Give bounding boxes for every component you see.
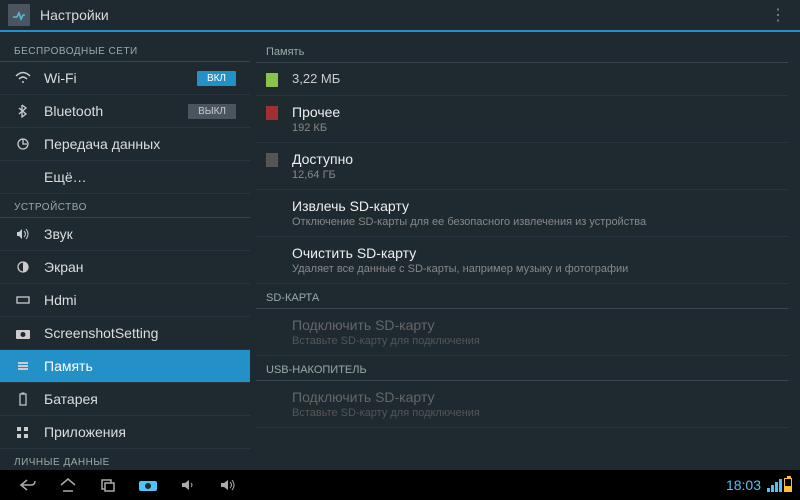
storage-row[interactable]: Доступно 12,64 ГБ: [256, 143, 788, 190]
camera-icon: [14, 326, 32, 340]
sidebar-section-header: БЕСПРОВОДНЫЕ СЕТИ: [0, 38, 250, 62]
sound-icon: [14, 227, 32, 241]
sidebar-section-header: ЛИЧНЫЕ ДАННЫЕ: [0, 449, 250, 470]
status-icons: [767, 478, 792, 492]
row-subtitle: Отключение SD-карты для ее безопасного и…: [292, 216, 778, 228]
sidebar-section-header: УСТРОЙСТВО: [0, 194, 250, 218]
row-title: Прочее: [292, 104, 778, 120]
sidebar-item[interactable]: BluetoothВЫКЛ: [0, 95, 250, 128]
home-button[interactable]: [48, 473, 88, 497]
back-button[interactable]: [8, 473, 48, 497]
main-section-header: USB-НАКОПИТЕЛЬ: [256, 356, 788, 381]
screenshot-button[interactable]: [128, 473, 168, 497]
sidebar-item-label: Ещё…: [44, 169, 236, 185]
sidebar-item[interactable]: Hdmi: [0, 284, 250, 317]
storage-row: Подключить SD-карту Вставьте SD-карту для…: [256, 309, 788, 356]
sidebar-item-label: Bluetooth: [44, 103, 188, 119]
sidebar-item[interactable]: Ещё…: [0, 161, 250, 194]
battery-icon: [14, 392, 32, 406]
row-title: Доступно: [292, 151, 778, 167]
row-subtitle: 192 КБ: [292, 122, 778, 134]
app-icon: [8, 4, 30, 26]
apps-icon: [14, 425, 32, 439]
sidebar-item-label: Wi-Fi: [44, 70, 197, 86]
sidebar-item-label: Приложения: [44, 424, 236, 440]
row-subtitle: Вставьте SD-карту для подключения: [292, 335, 778, 347]
wifi-icon: [14, 71, 32, 85]
sidebar-item-label: Батарея: [44, 391, 236, 407]
color-swatch: [266, 391, 278, 405]
color-swatch: [266, 73, 278, 87]
sidebar-item[interactable]: ScreenshotSetting: [0, 317, 250, 350]
row-title: Извлечь SD-карту: [292, 198, 778, 214]
bluetooth-icon: [14, 104, 32, 118]
sidebar-item[interactable]: Память: [0, 350, 250, 383]
color-swatch: [266, 153, 278, 167]
settings-sidebar: БЕСПРОВОДНЫЕ СЕТИWi-FiВКЛBluetoothВЫКЛПе…: [0, 32, 250, 470]
system-navbar: 18:03: [0, 470, 800, 500]
storage-row[interactable]: Очистить SD-карту Удаляет все данные с SD…: [256, 237, 788, 284]
main-section-header: Память: [256, 38, 788, 63]
row-title: 3,22 МБ: [292, 71, 778, 86]
row-title: Подключить SD-карту: [292, 389, 778, 405]
sidebar-item[interactable]: Передача данных: [0, 128, 250, 161]
sidebar-item[interactable]: Приложения: [0, 416, 250, 449]
sidebar-item-label: Экран: [44, 259, 236, 275]
page-title: Настройки: [40, 7, 764, 23]
hdmi-icon: [14, 293, 32, 307]
settings-main: Память 3,22 МБ Прочее 192 КБ Доступно 12,64 Г…: [250, 32, 800, 470]
row-subtitle: Удаляет все данные с SD-карты, например …: [292, 263, 778, 275]
sidebar-item-label: Hdmi: [44, 292, 236, 308]
sidebar-item-label: Передача данных: [44, 136, 236, 152]
color-swatch: [266, 247, 278, 261]
row-title: Очистить SD-карту: [292, 245, 778, 261]
row-subtitle: 12,64 ГБ: [292, 169, 778, 181]
sidebar-item[interactable]: Звук: [0, 218, 250, 251]
overflow-menu-icon[interactable]: ⋮: [764, 5, 792, 25]
battery-icon: [784, 478, 792, 492]
sidebar-item-label: Звук: [44, 226, 236, 242]
sidebar-item-label: ScreenshotSetting: [44, 325, 236, 341]
color-swatch: [266, 106, 278, 120]
volume-down-button[interactable]: [168, 473, 208, 497]
color-swatch: [266, 319, 278, 333]
row-title: Подключить SD-карту: [292, 317, 778, 333]
storage-row[interactable]: 3,22 МБ: [256, 63, 788, 96]
recent-apps-button[interactable]: [88, 473, 128, 497]
sidebar-item[interactable]: Экран: [0, 251, 250, 284]
data-icon: [14, 137, 32, 151]
sidebar-item[interactable]: Wi-FiВКЛ: [0, 62, 250, 95]
sidebar-item[interactable]: Батарея: [0, 383, 250, 416]
status-clock: 18:03: [726, 477, 761, 493]
display-icon: [14, 260, 32, 274]
storage-row[interactable]: Прочее 192 КБ: [256, 96, 788, 143]
toggle-switch[interactable]: ВКЛ: [197, 71, 236, 86]
volume-up-button[interactable]: [208, 473, 248, 497]
signal-icon: [767, 479, 782, 492]
toggle-switch[interactable]: ВЫКЛ: [188, 104, 236, 119]
color-swatch: [266, 200, 278, 214]
storage-row: Подключить SD-карту Вставьте SD-карту для…: [256, 381, 788, 428]
row-subtitle: Вставьте SD-карту для подключения: [292, 407, 778, 419]
storage-icon: [14, 359, 32, 373]
main-section-header: SD-КАРТА: [256, 284, 788, 309]
storage-row[interactable]: Извлечь SD-карту Отключение SD-карты для …: [256, 190, 788, 237]
sidebar-item-label: Память: [44, 358, 236, 374]
titlebar: Настройки ⋮: [0, 0, 800, 32]
